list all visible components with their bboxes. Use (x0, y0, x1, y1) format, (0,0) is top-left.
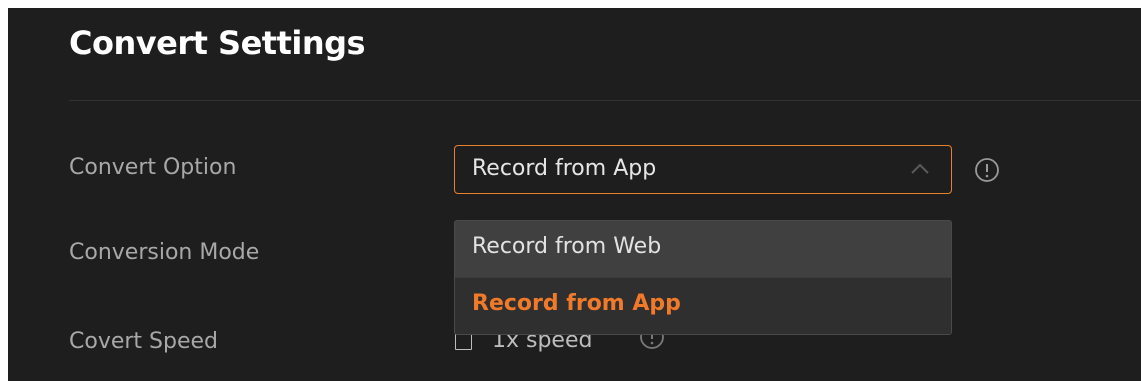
dropdown-option-record-from-web[interactable]: Record from Web (455, 221, 951, 277)
convert-settings-panel: Convert Settings Convert Option Record f… (8, 8, 1141, 381)
dropdown-option-label: Record from Web (472, 234, 662, 259)
info-circle-icon[interactable] (974, 157, 1000, 183)
dropdown-option-label: Record from App (472, 291, 681, 316)
dropdown-option-record-from-app[interactable]: Record from App (455, 278, 951, 334)
convert-option-selected-value: Record from App (472, 156, 657, 181)
convert-option-dropdown: Record from Web Record from App (454, 220, 952, 335)
title-divider (69, 100, 1141, 101)
convert-speed-label: Covert Speed (69, 329, 219, 354)
conversion-mode-label: Conversion Mode (69, 240, 260, 265)
speed-checkbox[interactable] (455, 333, 472, 350)
convert-option-select[interactable]: Record from App (454, 145, 952, 194)
page-title: Convert Settings (69, 24, 366, 62)
convert-option-label: Convert Option (69, 155, 237, 180)
chevron-up-icon[interactable] (909, 161, 931, 177)
